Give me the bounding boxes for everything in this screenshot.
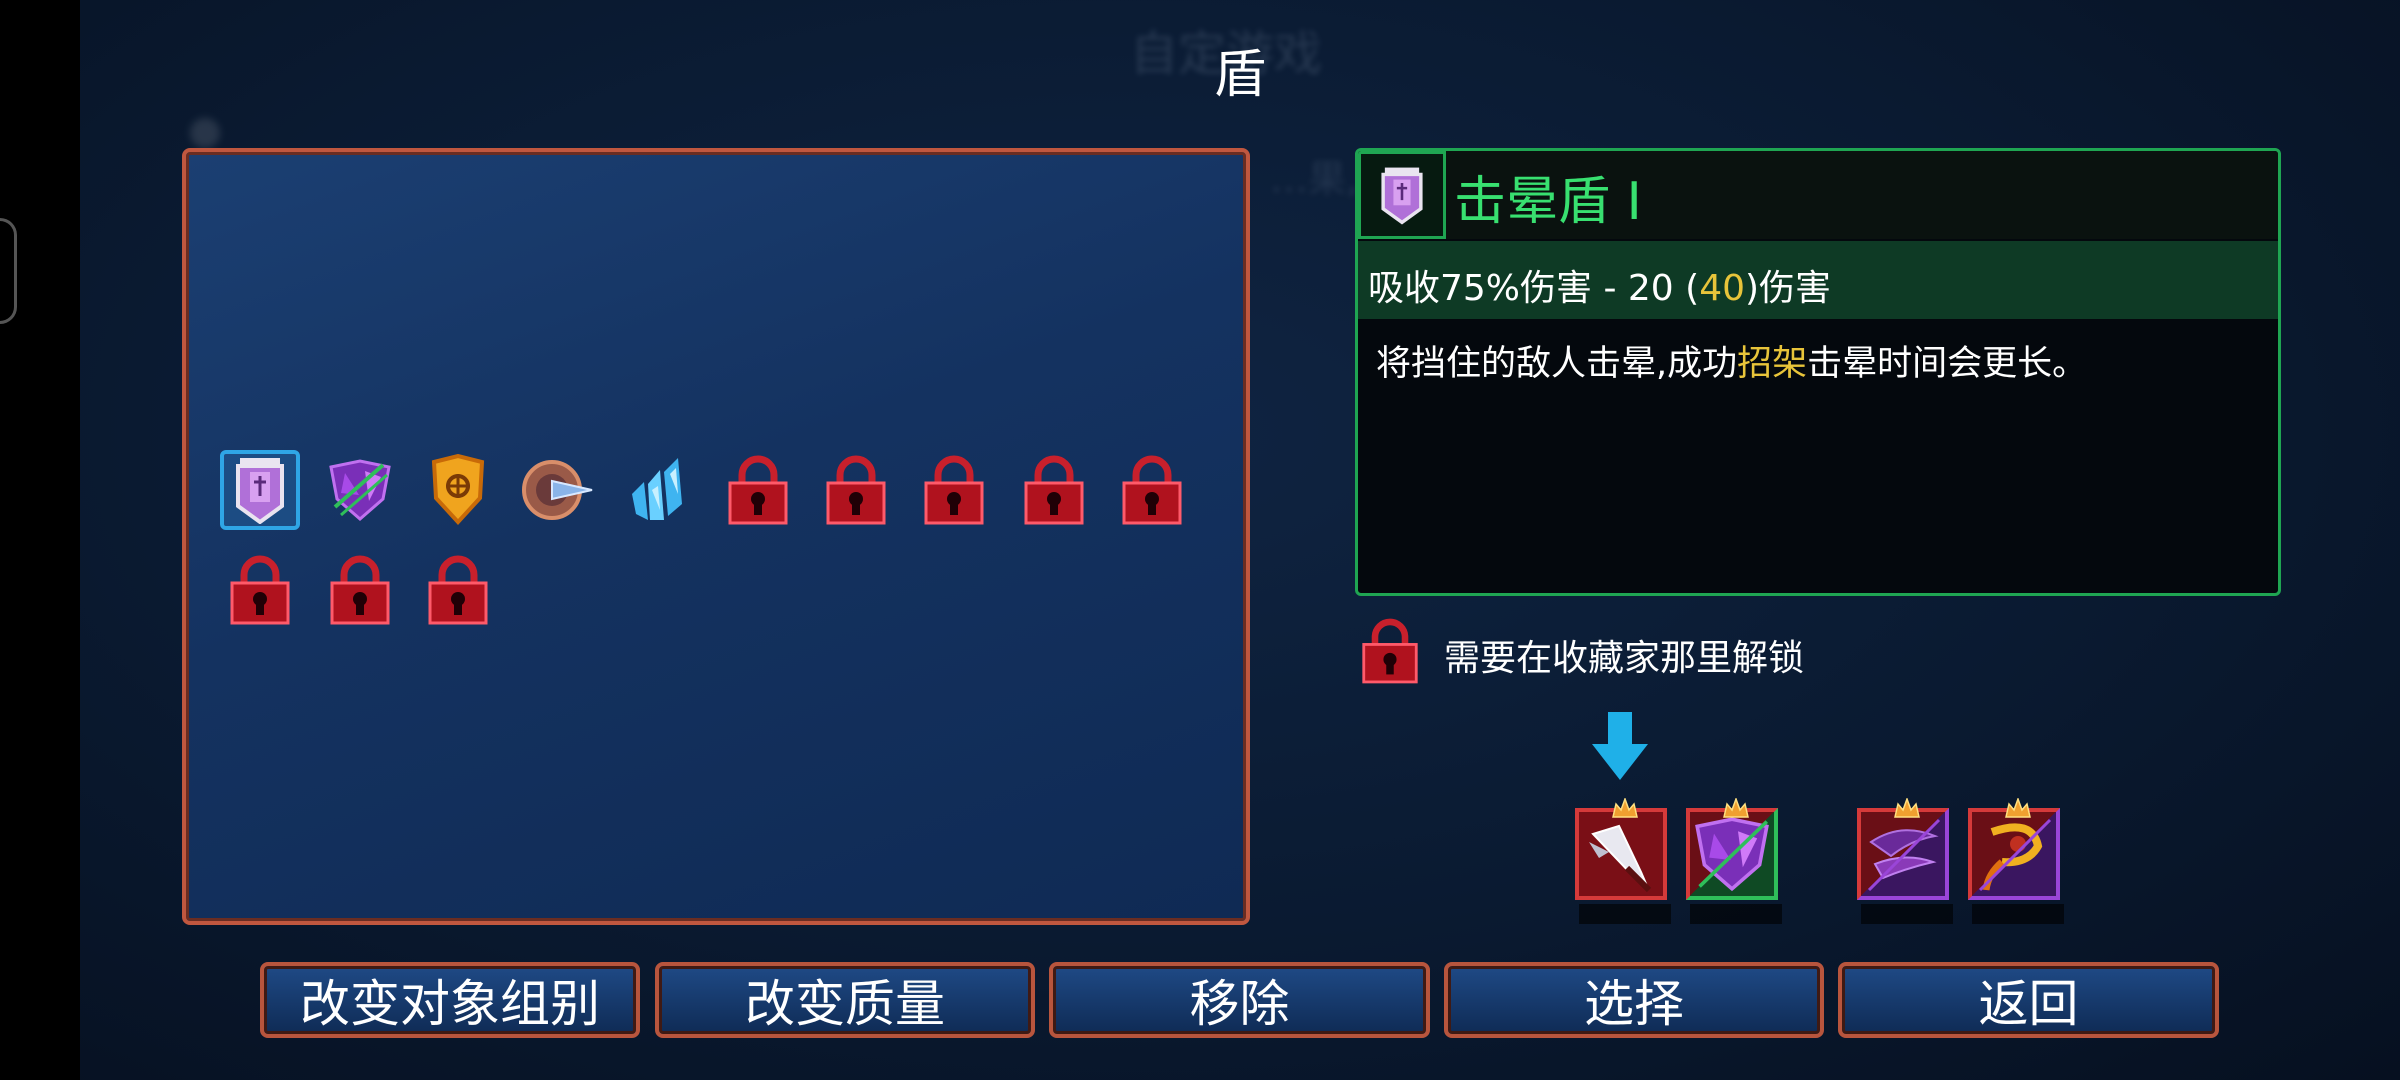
padlock-icon <box>330 555 390 625</box>
item-stat-prefix: 吸收75%伤害 - 20 ( <box>1368 268 1700 309</box>
synergy-item-blade[interactable] <box>1575 798 1671 924</box>
inventory-slot-purple-crystal-shield[interactable] <box>320 450 400 530</box>
synergy-item-shadow <box>1972 904 2064 924</box>
crown-icon <box>2005 798 2031 818</box>
inventory-slot-locked[interactable] <box>418 550 498 630</box>
purple-banner-shield-icon <box>236 458 284 524</box>
synergy-item-gold-whip[interactable] <box>1968 798 2064 924</box>
item-name: 击晕盾 Ⅰ <box>1454 172 1642 232</box>
padlock-icon <box>1122 455 1182 525</box>
screen-notch <box>0 218 17 324</box>
inventory-slot-locked[interactable] <box>1014 450 1094 530</box>
inventory-slot-locked[interactable] <box>816 450 896 530</box>
crown-icon <box>1894 798 1920 818</box>
background-dot <box>190 118 220 148</box>
change-group-button[interactable]: 改变对象组别 <box>260 962 640 1038</box>
page-title: 盾 <box>1213 45 1266 105</box>
purple-banner-shield-icon <box>1381 167 1423 225</box>
crown-icon <box>1723 798 1749 818</box>
padlock-icon <box>924 455 984 525</box>
inventory-slot-locked[interactable] <box>1112 450 1192 530</box>
blade-icon <box>1589 824 1652 893</box>
item-desc-prefix: 将挡住的敌人击晕,成功 <box>1376 344 1738 384</box>
change-quality-button[interactable]: 改变质量 <box>655 962 1035 1038</box>
gold-whip-icon <box>1978 818 2052 892</box>
gold-shield-icon <box>431 454 485 525</box>
inventory-slot-locked[interactable] <box>320 550 400 630</box>
item-desc-keyword: 招架 <box>1737 344 1808 384</box>
padlock-icon <box>826 455 886 525</box>
item-stat-suffix: )伤害 <box>1745 268 1832 309</box>
purple-blade-icon <box>1867 818 1941 892</box>
synergy-item-shadow <box>1579 904 1671 924</box>
back-button[interactable]: 返回 <box>1838 962 2219 1038</box>
inventory-slot-spiked-round-shield[interactable] <box>518 450 598 530</box>
padlock-icon <box>1024 455 1084 525</box>
inventory-slot-locked[interactable] <box>718 450 798 530</box>
spiked-buckler-icon <box>522 460 593 520</box>
remove-button[interactable]: 移除 <box>1049 962 1430 1038</box>
inventory-slot-gold-parry-shield[interactable] <box>418 450 498 530</box>
synergy-item-purple-shield[interactable] <box>1686 798 1782 924</box>
select-button[interactable]: 选择 <box>1444 962 1824 1038</box>
inventory-slot-ice-crystal-shield[interactable] <box>618 450 698 530</box>
purple-heart-shield-icon <box>329 459 391 521</box>
synergy-item-shadow <box>1690 904 1782 924</box>
synergy-item-shadow <box>1861 904 1953 924</box>
ice-crystal-icon <box>632 458 682 520</box>
purple-heart-shield-icon <box>1695 817 1769 892</box>
down-arrow-icon <box>1592 712 1648 780</box>
item-stat: 吸收75%伤害 - 20 (40)伤害 <box>1368 259 1831 311</box>
padlock-icon <box>428 555 488 625</box>
unlock-text: 需要在收藏家那里解锁 <box>1444 638 1805 679</box>
inventory-slot-stun-shield[interactable] <box>220 450 300 530</box>
padlock-icon <box>1362 618 1418 684</box>
left-black-strip <box>0 0 80 1080</box>
padlock-icon <box>728 455 788 525</box>
item-stat-value: 40 <box>1699 268 1746 309</box>
synergy-item-purple-blade[interactable] <box>1857 798 1953 924</box>
inventory-panel <box>182 148 1250 925</box>
item-info-panel: 击晕盾 Ⅰ 吸收75%伤害 - 20 (40)伤害 将挡住的敌人击晕,成功招架击… <box>1355 148 2281 596</box>
inventory-slot-locked[interactable] <box>914 450 994 530</box>
inventory-slot-locked[interactable] <box>220 550 300 630</box>
item-desc-suffix: 击晕时间会更长。 <box>1807 344 2088 384</box>
crown-icon <box>1612 798 1638 818</box>
item-info-icon-frame <box>1358 151 1446 239</box>
padlock-icon <box>230 555 290 625</box>
item-description: 将挡住的敌人击晕,成功招架击晕时间会更长。 <box>1376 335 2087 386</box>
